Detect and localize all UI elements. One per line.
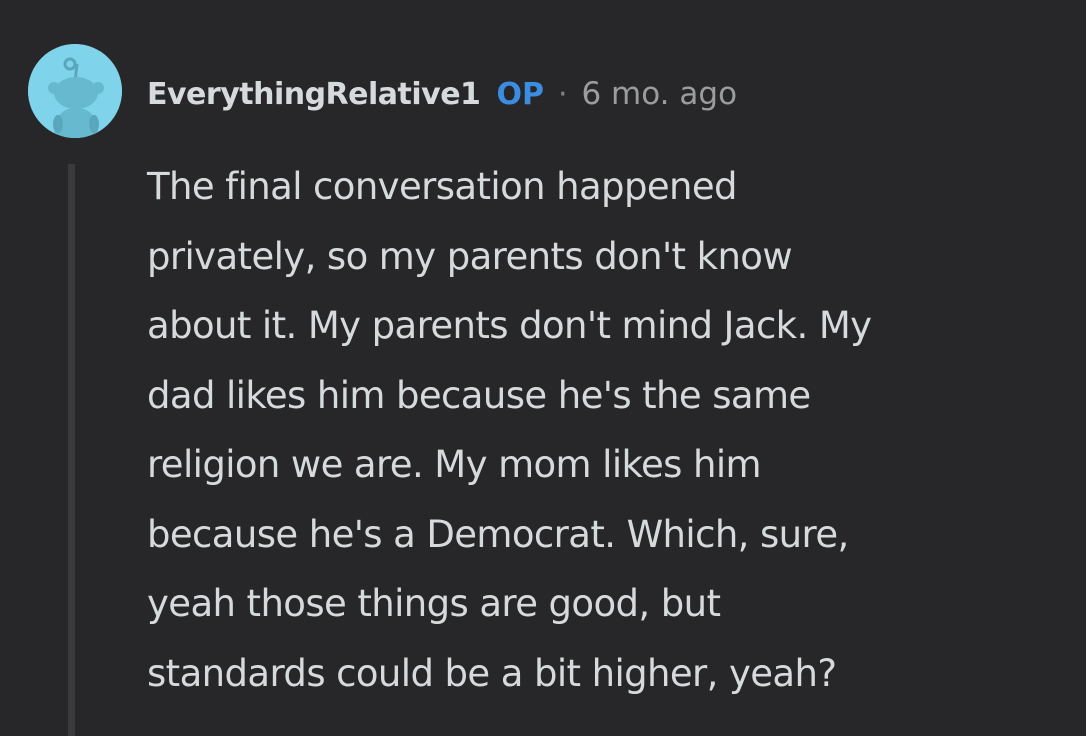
comment-timestamp[interactable]: 6 mo. ago: [581, 76, 737, 112]
author-username[interactable]: EverythingRelative1: [147, 77, 481, 112]
comment-body: The final conversation happened privately…: [147, 152, 1067, 708]
comment-body-line: religion we are. My mom likes him: [147, 443, 762, 486]
comment-body-line: The final conversation happened: [147, 165, 738, 208]
comment-body-line: yeah those things are good, but: [147, 582, 721, 625]
comment-body-line: privately, so my parents don't know: [147, 234, 793, 278]
comment-body-line: standards could be a bit higher, yeah?: [147, 651, 837, 695]
comment-body-line: dad likes him because he's the same: [147, 373, 811, 417]
reddit-snoo-avatar-icon: [28, 44, 122, 138]
meta-separator: ·: [557, 76, 568, 112]
comment: EverythingRelative1 OP · 6 mo. ago The f…: [0, 0, 1086, 736]
avatar[interactable]: [28, 44, 122, 138]
thread-collapse-line[interactable]: [68, 164, 75, 736]
comment-header: EverythingRelative1 OP · 6 mo. ago: [147, 70, 737, 118]
comment-body-line: because he's a Democrat. Which, sure,: [147, 512, 849, 556]
op-badge: OP: [496, 76, 544, 112]
comment-body-line: about it. My parents don't mind Jack. My: [147, 304, 872, 347]
